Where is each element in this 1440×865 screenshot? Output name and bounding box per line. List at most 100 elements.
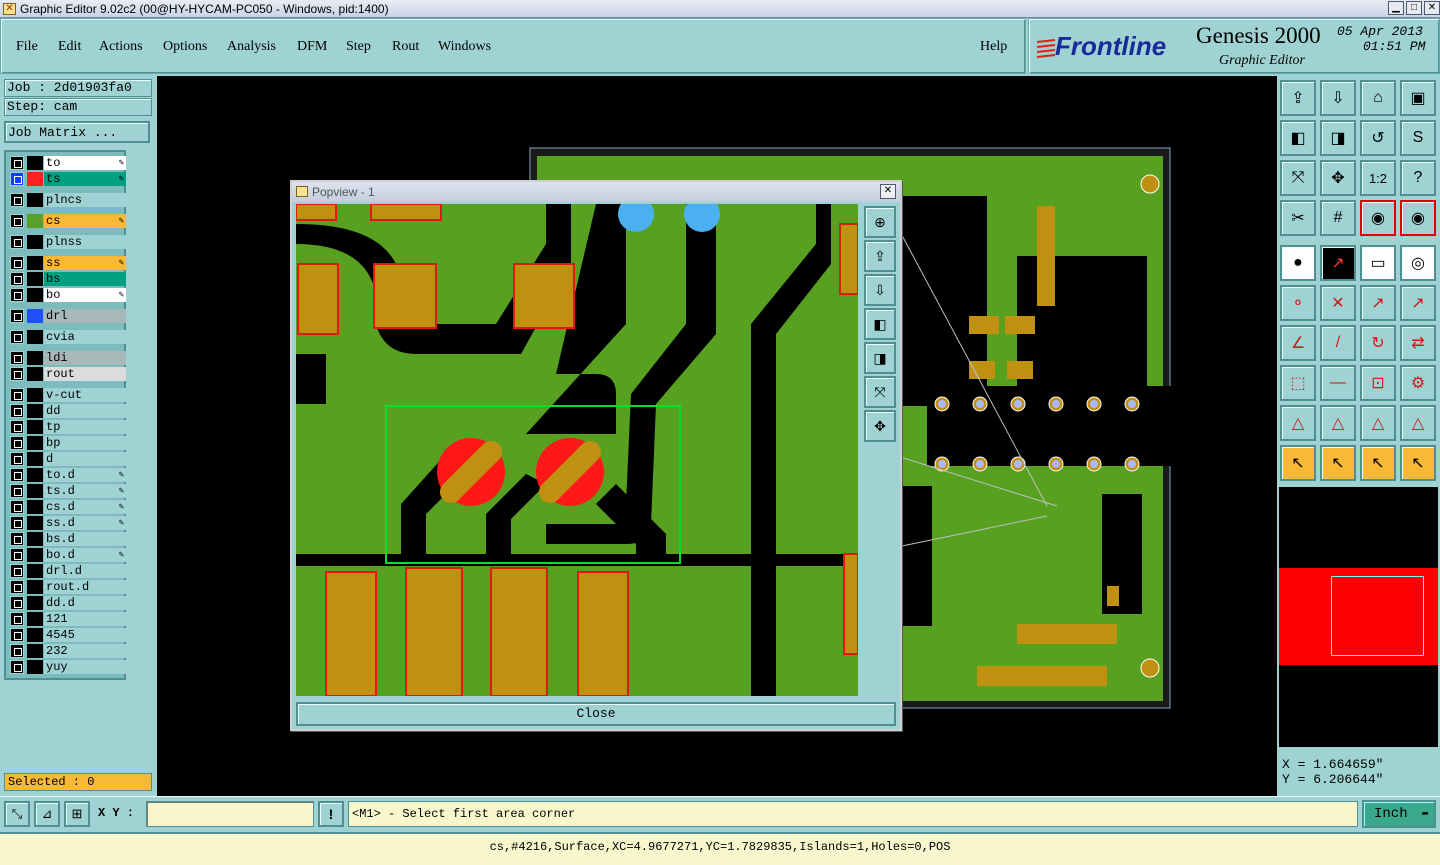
- layer-name[interactable]: plnss: [44, 235, 126, 249]
- layer-row-121[interactable]: 121: [10, 612, 126, 626]
- xy-input[interactable]: [146, 801, 314, 827]
- layer-name[interactable]: ts.d: [44, 484, 126, 498]
- layer-checkbox[interactable]: [10, 193, 24, 207]
- layer-checkbox[interactable]: [10, 351, 24, 365]
- menu-dfm[interactable]: DFM: [297, 39, 327, 55]
- layer-checkbox[interactable]: [10, 516, 24, 530]
- layer-color-swatch[interactable]: [27, 564, 43, 578]
- layer-name[interactable]: cvia: [44, 330, 126, 344]
- layer-row-ss[interactable]: ss: [10, 256, 126, 270]
- layer-checkbox[interactable]: [10, 644, 24, 658]
- layer-color-swatch[interactable]: [27, 404, 43, 418]
- overview-viewport[interactable]: [1331, 576, 1424, 656]
- layer-checkbox[interactable]: [10, 612, 24, 626]
- units-dropdown[interactable]: Inch ▬: [1362, 800, 1436, 828]
- layer-checkbox[interactable]: [10, 548, 24, 562]
- layer-name[interactable]: tp: [44, 420, 126, 434]
- layer-name[interactable]: rout.d: [44, 580, 126, 594]
- menu-rout[interactable]: Rout: [392, 39, 419, 55]
- layer-row-cs[interactable]: cs: [10, 214, 126, 228]
- layer-name[interactable]: ss.d: [44, 516, 126, 530]
- layer-row-plnss[interactable]: plnss: [10, 235, 126, 249]
- layer-row-drl[interactable]: drl: [10, 309, 126, 323]
- layer-row-ss-d[interactable]: ss.d: [10, 516, 126, 530]
- layer-checkbox[interactable]: [10, 452, 24, 466]
- zoom-home-icon[interactable]: ⇪: [1280, 80, 1316, 116]
- select-arrow-icon[interactable]: ↖: [1280, 445, 1316, 481]
- layer-row-to-d[interactable]: to.d: [10, 468, 126, 482]
- layer-row-cs-d[interactable]: cs.d: [10, 500, 126, 514]
- layer-name[interactable]: to.d: [44, 468, 126, 482]
- layer-checkbox[interactable]: [10, 628, 24, 642]
- target-icon[interactable]: ◎: [1400, 245, 1436, 281]
- layer-row-dd[interactable]: dd: [10, 404, 126, 418]
- layer-name[interactable]: bo.d: [44, 548, 126, 562]
- layer-color-swatch[interactable]: [27, 330, 43, 344]
- popview-close-button[interactable]: Close: [296, 702, 896, 726]
- layer-color-swatch[interactable]: [27, 660, 43, 674]
- layer-name[interactable]: rout: [44, 367, 126, 381]
- layer-color-swatch[interactable]: [27, 516, 43, 530]
- split-view-icon[interactable]: ▣: [1400, 80, 1436, 116]
- s-curve-icon[interactable]: S: [1400, 120, 1436, 156]
- layer-row-ts[interactable]: ts: [10, 172, 126, 186]
- layer-row-ldi[interactable]: ldi: [10, 351, 126, 365]
- layer-checkbox[interactable]: [10, 532, 24, 546]
- layer-row-rout-d[interactable]: rout.d: [10, 580, 126, 594]
- ruler-icon[interactable]: ▭: [1360, 245, 1396, 281]
- popview-center-icon[interactable]: ✥: [864, 410, 896, 442]
- close-window-button[interactable]: ✕: [1424, 1, 1440, 15]
- layer-name[interactable]: cs.d: [44, 500, 126, 514]
- popview-fit-icon[interactable]: ⤧: [864, 376, 896, 408]
- layer-color-swatch[interactable]: [27, 256, 43, 270]
- layer-row-232[interactable]: 232: [10, 644, 126, 658]
- layer-color-swatch[interactable]: [27, 644, 43, 658]
- layer-checkbox[interactable]: [10, 288, 24, 302]
- layer-color-swatch[interactable]: [27, 532, 43, 546]
- triangle-3-icon[interactable]: △: [1360, 405, 1396, 441]
- layer-name[interactable]: 4545: [44, 628, 126, 642]
- layer-name[interactable]: 121: [44, 612, 126, 626]
- minimize-button[interactable]: ▁: [1388, 1, 1404, 15]
- layer-name[interactable]: bs.d: [44, 532, 126, 546]
- popview-pan-down-icon[interactable]: ⇩: [864, 274, 896, 306]
- layer-name[interactable]: ss: [44, 256, 126, 270]
- layer-name[interactable]: 232: [44, 644, 126, 658]
- menu-help[interactable]: Help: [980, 39, 1007, 55]
- layer-checkbox[interactable]: [10, 580, 24, 594]
- layer-row-bo[interactable]: bo: [10, 288, 126, 302]
- layer-row-ts-d[interactable]: ts.d: [10, 484, 126, 498]
- home-view-icon[interactable]: ⌂: [1360, 80, 1396, 116]
- layer-color-swatch[interactable]: [27, 628, 43, 642]
- connect-icon[interactable]: ⚬: [1280, 285, 1316, 321]
- layer-color-swatch[interactable]: [27, 288, 43, 302]
- layer-name[interactable]: cs: [44, 214, 126, 228]
- popview-pan-right-icon[interactable]: ◨: [864, 342, 896, 374]
- layer-row-bo-d[interactable]: bo.d: [10, 548, 126, 562]
- layer-name[interactable]: drl: [44, 309, 126, 323]
- grid-snap-icon[interactable]: ⊞: [64, 801, 90, 827]
- layer-color-swatch[interactable]: [27, 272, 43, 286]
- layer-checkbox[interactable]: [10, 404, 24, 418]
- layer-color-swatch[interactable]: [27, 580, 43, 594]
- line-minus-icon[interactable]: —: [1320, 365, 1356, 401]
- layer-row-rout[interactable]: rout: [10, 367, 126, 381]
- layer-name[interactable]: ldi: [44, 351, 126, 365]
- layer-row-v-cut[interactable]: v-cut: [10, 388, 126, 402]
- layer-checkbox[interactable]: [10, 468, 24, 482]
- layer-color-swatch[interactable]: [27, 484, 43, 498]
- layer-name[interactable]: d: [44, 452, 126, 466]
- layer-color-swatch[interactable]: [27, 214, 43, 228]
- layer-name[interactable]: plncs: [44, 193, 126, 207]
- scale-1-2-icon[interactable]: 1:2: [1360, 160, 1396, 196]
- layer-row-plncs[interactable]: plncs: [10, 193, 126, 207]
- menu-analysis[interactable]: Analysis: [227, 39, 276, 55]
- select-box-icon[interactable]: ↖: [1320, 445, 1356, 481]
- layer-name[interactable]: ts: [44, 172, 126, 186]
- layer-row-bp[interactable]: bp: [10, 436, 126, 450]
- select-snap-icon[interactable]: ↖: [1360, 445, 1396, 481]
- popview-zoom-in-icon[interactable]: ⊕: [864, 206, 896, 238]
- layer-name[interactable]: bs: [44, 272, 126, 286]
- layer-checkbox[interactable]: [10, 388, 24, 402]
- triangle-2-icon[interactable]: △: [1320, 405, 1356, 441]
